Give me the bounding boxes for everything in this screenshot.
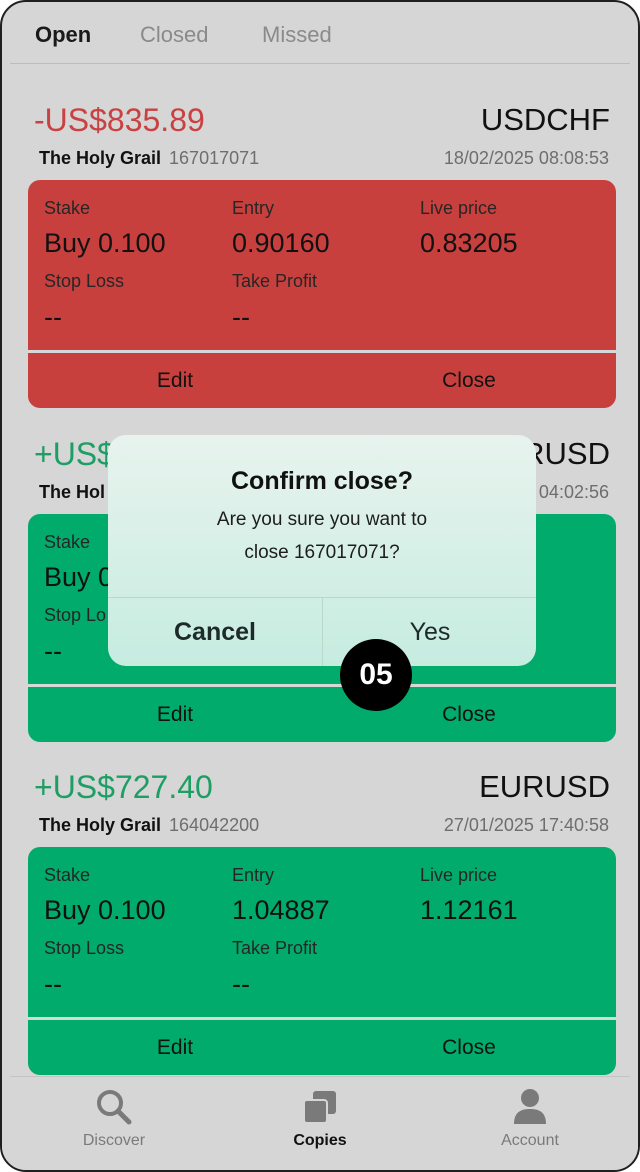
copies-icon xyxy=(303,1091,336,1124)
strategy-label: The Holy Grail xyxy=(39,148,162,168)
search-icon xyxy=(97,1090,132,1125)
confirm-close-dialog: Confirm close? Are you sure you want to … xyxy=(108,435,536,666)
nav-label: Discover xyxy=(82,1132,146,1149)
nav-account[interactable]: Account xyxy=(450,1088,610,1150)
trade-card: Stake Buy 0.100 Entry 1.04887 Live price… xyxy=(28,847,616,1075)
bottom-nav-divider xyxy=(10,1076,630,1077)
trade-symbol: USDCHF xyxy=(480,102,610,137)
trade-pnl: +US$ xyxy=(34,436,115,472)
live-price-label: Live price xyxy=(420,198,498,218)
stake-label: Stake xyxy=(44,865,91,885)
strategy-name: The Holy Grail 167017071 xyxy=(39,148,259,169)
trade-pnl: +US$727.40 xyxy=(34,769,213,805)
entry-value: 1.04887 xyxy=(232,895,330,925)
live-price-value: 0.83205 xyxy=(420,228,518,258)
entry-value: 0.90160 xyxy=(232,228,330,258)
dialog-message-line: Are you sure you want to xyxy=(216,509,428,530)
edit-button[interactable]: Edit xyxy=(28,1020,322,1075)
trade-timestamp: 04:02:56 xyxy=(538,482,609,502)
take-profit-value: -- xyxy=(232,302,250,332)
stake-label: Stake xyxy=(44,198,91,218)
stop-loss-label: Stop Loss xyxy=(44,271,125,291)
nav-discover[interactable]: Discover xyxy=(34,1088,194,1150)
edit-button[interactable]: Edit xyxy=(28,353,322,408)
stop-loss-label: Stop Loss xyxy=(44,938,125,958)
entry-label: Entry xyxy=(232,865,275,885)
entry-label: Entry xyxy=(232,198,275,218)
strategy-label: The Hol xyxy=(39,482,105,502)
dialog-title: Confirm close? xyxy=(231,467,413,495)
step-badge: 05 xyxy=(340,639,412,711)
trade-id: 164042200 xyxy=(169,815,260,835)
strategy-label: The Holy Grail xyxy=(39,815,162,835)
cancel-button[interactable]: Cancel xyxy=(108,598,322,666)
stake-label: Stake xyxy=(44,532,91,552)
stop-loss-value: -- xyxy=(44,636,62,666)
bottom-nav: Discover Copies Account xyxy=(2,1076,638,1170)
nav-label: Copies xyxy=(293,1132,347,1149)
dialog-message-line: close 167017071? xyxy=(244,542,400,563)
stake-value: Buy 0.100 xyxy=(44,228,166,258)
strategy-name: The Holy Grail 164042200 xyxy=(39,815,259,836)
phone-frame: Open Closed Missed -US$835.89 USDCHF The… xyxy=(0,0,640,1172)
person-icon xyxy=(514,1089,546,1124)
take-profit-label: Take Profit xyxy=(232,938,318,958)
stop-loss-label: Stop Lo xyxy=(44,605,107,625)
trade-id: 167017071 xyxy=(169,148,260,168)
tab-missed[interactable]: Missed xyxy=(262,22,332,48)
live-price-label: Live price xyxy=(420,865,498,885)
tab-closed[interactable]: Closed xyxy=(140,22,208,48)
trade-card: Stake Buy 0.100 Entry 0.90160 Live price… xyxy=(28,180,616,408)
trade-symbol: EURUSD xyxy=(479,769,610,804)
stop-loss-value: -- xyxy=(44,302,62,332)
trade-pnl: -US$835.89 xyxy=(34,102,205,138)
tabs-divider xyxy=(10,63,630,64)
tab-bar: Open Closed Missed xyxy=(2,2,638,64)
take-profit-label: Take Profit xyxy=(232,271,318,291)
tab-open[interactable]: Open xyxy=(35,22,91,48)
stake-value: Buy 0 xyxy=(44,562,114,592)
nav-label: Account xyxy=(501,1132,559,1149)
edit-button[interactable]: Edit xyxy=(28,687,322,742)
trade-timestamp: 18/02/2025 08:08:53 xyxy=(443,148,609,168)
close-trade-button[interactable]: Close xyxy=(322,353,616,408)
live-price-value: 1.12161 xyxy=(420,895,518,925)
stake-value: Buy 0.100 xyxy=(44,895,166,925)
nav-copies[interactable]: Copies xyxy=(240,1088,400,1150)
trade-timestamp: 27/01/2025 17:40:58 xyxy=(443,815,609,835)
take-profit-value: -- xyxy=(232,969,250,999)
strategy-name: The Hol xyxy=(39,482,113,503)
stop-loss-value: -- xyxy=(44,969,62,999)
dialog-message: Are you sure you want to close 167017071… xyxy=(168,503,476,569)
close-trade-button[interactable]: Close xyxy=(322,1020,616,1075)
